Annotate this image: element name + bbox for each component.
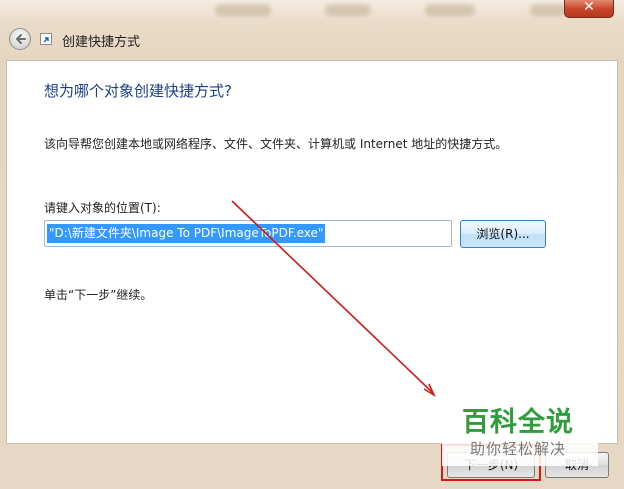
watermark-tagline: 助你轻松解决: [470, 440, 567, 458]
window-frame: ✕ 创建快捷方式 想为哪个对象创建快捷方式? 该向导帮您创建本地或网络程序、文件…: [0, 0, 624, 489]
watermark-logo: 百科全说: [462, 407, 574, 438]
